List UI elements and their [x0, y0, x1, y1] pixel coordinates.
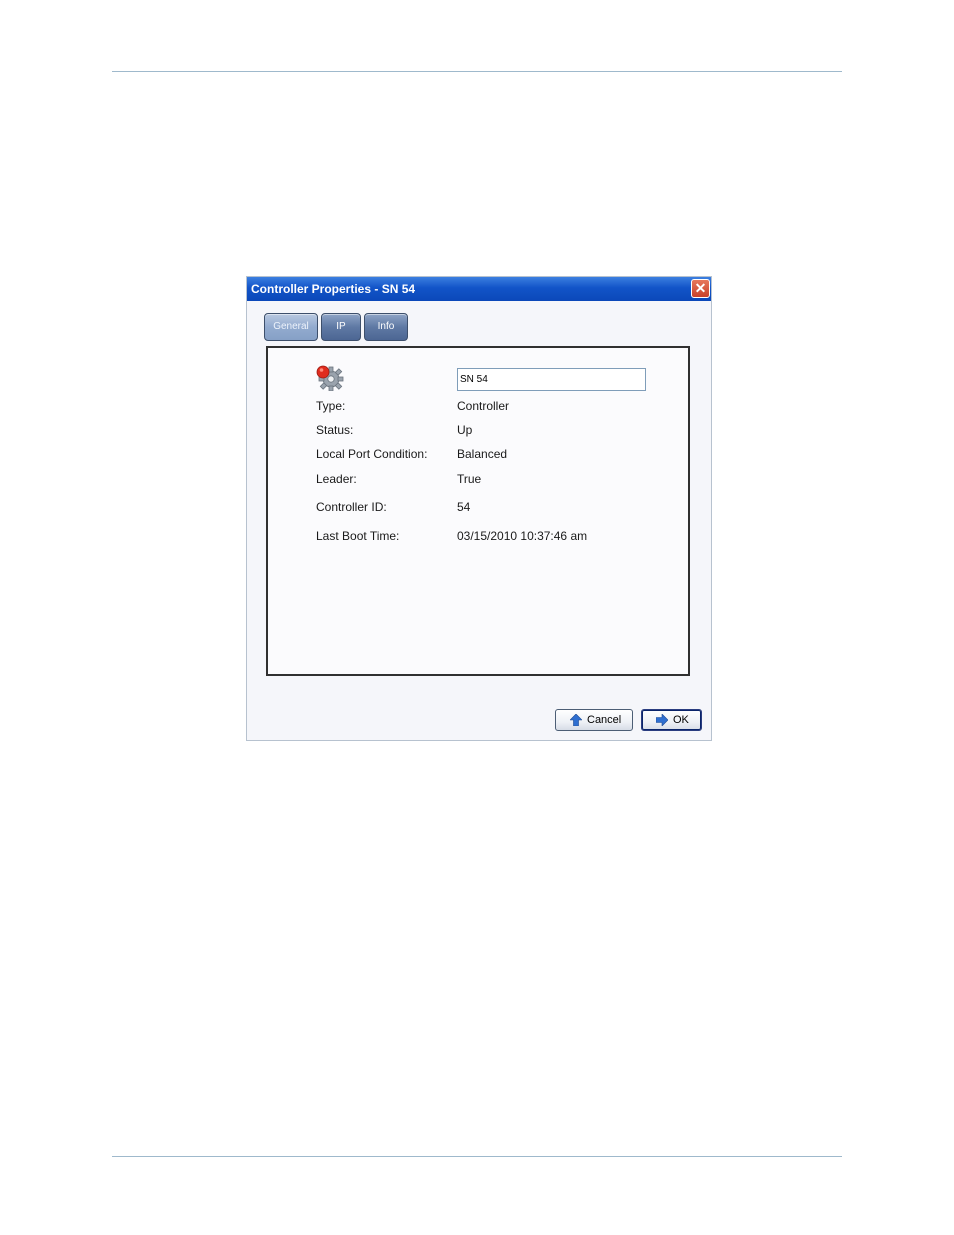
- controller-name-input[interactable]: [457, 368, 646, 391]
- status-label: Status:: [316, 423, 354, 437]
- ok-label: OK: [673, 714, 689, 726]
- arrow-up-icon: [570, 714, 582, 726]
- leader-value: True: [457, 472, 482, 486]
- tab-ip[interactable]: IP: [321, 313, 361, 341]
- status-value: Up: [457, 423, 473, 437]
- type-label: Type:: [316, 399, 346, 413]
- close-icon[interactable]: ✕: [691, 279, 710, 298]
- controller-id-label: Controller ID:: [316, 500, 387, 514]
- arrow-right-icon: [656, 714, 668, 726]
- local-port-condition-label: Local Port Condition:: [316, 447, 428, 461]
- gear-icon: [316, 365, 344, 391]
- header-rule: [112, 71, 842, 72]
- leader-label: Leader:: [316, 472, 357, 486]
- dialog-titlebar[interactable]: Controller Properties - SN 54 ✕: [247, 277, 711, 301]
- ok-button[interactable]: OK: [641, 709, 702, 731]
- general-panel: Type: Controller Status: Up Local Port C…: [266, 346, 690, 676]
- dialog-title: Controller Properties - SN 54: [251, 282, 416, 296]
- last-boot-time-value: 03/15/2010 10:37:46 am: [457, 529, 588, 543]
- cancel-button[interactable]: Cancel: [555, 709, 633, 731]
- controller-properties-dialog: Controller Properties - SN 54 ✕ General …: [246, 276, 712, 741]
- footer-rule: [112, 1156, 842, 1157]
- type-value: Controller: [457, 399, 510, 413]
- tab-info[interactable]: Info: [364, 313, 408, 341]
- controller-id-value: 54: [457, 500, 471, 514]
- cancel-label: Cancel: [587, 714, 622, 726]
- local-port-condition-value: Balanced: [457, 447, 508, 461]
- tab-general[interactable]: General: [264, 313, 318, 341]
- last-boot-time-label: Last Boot Time:: [316, 529, 400, 543]
